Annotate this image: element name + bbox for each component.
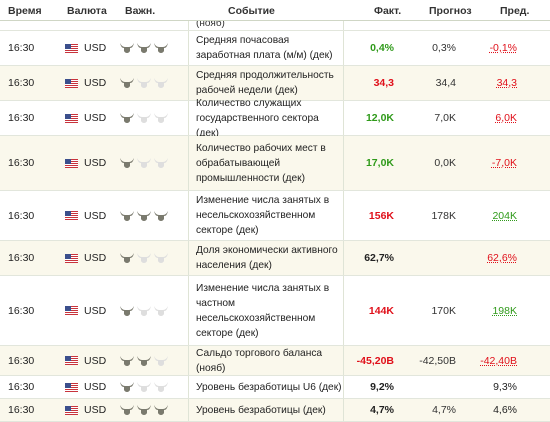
- table-row[interactable]: 16:30 USD Количество служащих государствен…: [0, 98, 550, 139]
- forecast-value: 0,0K: [434, 157, 456, 169]
- us-flag-icon: [65, 191, 78, 240]
- event-time: 16:30: [8, 112, 35, 124]
- header-previous[interactable]: Пред.: [500, 5, 529, 17]
- table-row-partial[interactable]: (нояб): [0, 21, 550, 31]
- forecast-value: 4,7%: [432, 404, 456, 416]
- previous-value: 6,0K: [495, 112, 517, 124]
- event-time: 16:30: [8, 381, 35, 393]
- previous-value: 34,3: [496, 77, 517, 89]
- importance-bull-icons: [119, 191, 169, 240]
- currency-code: USD: [84, 354, 107, 367]
- currency-code: USD: [84, 157, 107, 169]
- previous-value: 204K: [492, 209, 517, 222]
- importance-bull-icons: [119, 346, 169, 375]
- previous-value: 198K: [492, 304, 517, 317]
- currency-code: USD: [84, 42, 107, 54]
- currency-code: USD: [84, 404, 107, 416]
- event-time: 16:30: [8, 42, 35, 54]
- forecast-value: -42,50B: [419, 354, 456, 367]
- currency-code: USD: [84, 252, 107, 264]
- previous-value: 4,6%: [493, 404, 517, 416]
- currency-code: USD: [84, 304, 107, 317]
- us-flag-icon: [65, 136, 78, 190]
- forecast-value: 7,0K: [434, 112, 456, 124]
- event-time: 16:30: [8, 157, 35, 169]
- header-forecast[interactable]: Прогноз: [429, 5, 472, 17]
- importance-bull-icons: [119, 66, 169, 100]
- us-flag-icon: [65, 276, 78, 345]
- previous-value: -42,40B: [480, 354, 517, 367]
- event-name[interactable]: Изменение числа занятых в частном несель…: [188, 276, 344, 345]
- actual-value: 144K: [368, 304, 394, 317]
- importance-bull-icons: [119, 241, 169, 275]
- forecast-value: 170K: [431, 304, 456, 317]
- table-row[interactable]: 16:30 USD Изменение числа занятых в частно…: [0, 276, 550, 346]
- importance-bull-icons: [119, 276, 169, 345]
- actual-value: 4,7%: [370, 404, 394, 416]
- forecast-value: [394, 241, 456, 275]
- event-time: 16:30: [8, 404, 35, 416]
- previous-value: 9,3%: [493, 381, 517, 393]
- currency-code: USD: [84, 381, 107, 393]
- us-flag-icon: [65, 376, 78, 398]
- forecast-value: 0,3%: [432, 42, 456, 54]
- importance-bull-icons: [119, 376, 169, 398]
- event-name[interactable]: Средняя почасовая заработная плата (м/м)…: [188, 31, 344, 65]
- table-row[interactable]: 16:30 USD Количество рабочих мест в обраба…: [0, 136, 550, 191]
- us-flag-icon: [65, 101, 78, 135]
- header-currency[interactable]: Валюта: [67, 5, 107, 17]
- actual-value: 0,4%: [370, 42, 394, 54]
- event-name[interactable]: Уровень безработицы (дек): [188, 399, 344, 421]
- table-header: Время Валюта Важн. Событие Факт. Прогноз…: [0, 0, 550, 21]
- forecast-value: 34,4: [435, 77, 456, 89]
- event-time: 16:30: [8, 209, 35, 222]
- event-time: 16:30: [8, 252, 35, 264]
- table-row[interactable]: 16:30 USD Уровень безработицы (дек) 4,7% 4,7…: [0, 399, 550, 422]
- us-flag-icon: [65, 399, 78, 421]
- forecast-value: 178K: [431, 209, 456, 222]
- currency-code: USD: [84, 77, 107, 89]
- importance-bull-icons: [119, 136, 169, 190]
- event-name[interactable]: (нояб): [188, 21, 344, 30]
- event-time: 16:30: [8, 304, 35, 317]
- currency-code: USD: [84, 209, 107, 222]
- importance-bull-icons: [119, 399, 169, 421]
- previous-value: -0,1%: [489, 42, 517, 54]
- table-row[interactable]: 16:30 USD Средняя почасовая заработная пла…: [0, 31, 550, 66]
- event-name[interactable]: Количество служащих государственного сек…: [188, 98, 344, 139]
- previous-value: -7,0K: [491, 157, 517, 169]
- table-row[interactable]: 16:30 USD Сальдо торгового баланса (нояб) -…: [0, 346, 550, 376]
- forecast-value: [394, 376, 456, 398]
- importance-bull-icons: [119, 31, 169, 65]
- header-importance[interactable]: Важн.: [125, 5, 155, 17]
- us-flag-icon: [65, 66, 78, 100]
- header-event[interactable]: Событие: [228, 5, 275, 17]
- table-row[interactable]: 16:30 USD Изменение числа занятых в несель…: [0, 191, 550, 241]
- header-time[interactable]: Время: [8, 5, 42, 17]
- previous-value: 62,6%: [487, 252, 517, 264]
- header-actual[interactable]: Факт.: [374, 5, 401, 17]
- actual-value: 156K: [368, 209, 394, 222]
- event-time: 16:30: [8, 354, 35, 367]
- event-name[interactable]: Изменение числа занятых в несельскохозяй…: [188, 191, 344, 240]
- event-name[interactable]: Доля экономически активного населения (д…: [188, 241, 344, 275]
- event-name[interactable]: Количество рабочих мест в обрабатывающей…: [188, 136, 344, 190]
- actual-value: 17,0K: [365, 157, 394, 169]
- actual-value: 9,2%: [370, 381, 394, 393]
- table-row[interactable]: 16:30 USD Доля экономически активного насе…: [0, 241, 550, 276]
- event-name[interactable]: Уровень безработицы U6 (дек): [188, 376, 344, 398]
- us-flag-icon: [65, 346, 78, 375]
- importance-bull-icons: [119, 101, 169, 135]
- us-flag-icon: [65, 241, 78, 275]
- event-name[interactable]: Сальдо торгового баланса (нояб): [188, 346, 344, 375]
- actual-value: 34,3: [373, 77, 394, 89]
- actual-value: 62,7%: [364, 252, 394, 264]
- event-time: 16:30: [8, 77, 35, 89]
- us-flag-icon: [65, 31, 78, 65]
- actual-value: 12,0K: [365, 112, 394, 124]
- table-row[interactable]: 16:30 USD Уровень безработицы U6 (дек) 9,2%…: [0, 376, 550, 399]
- currency-code: USD: [84, 112, 107, 124]
- actual-value: -45,20B: [356, 354, 394, 367]
